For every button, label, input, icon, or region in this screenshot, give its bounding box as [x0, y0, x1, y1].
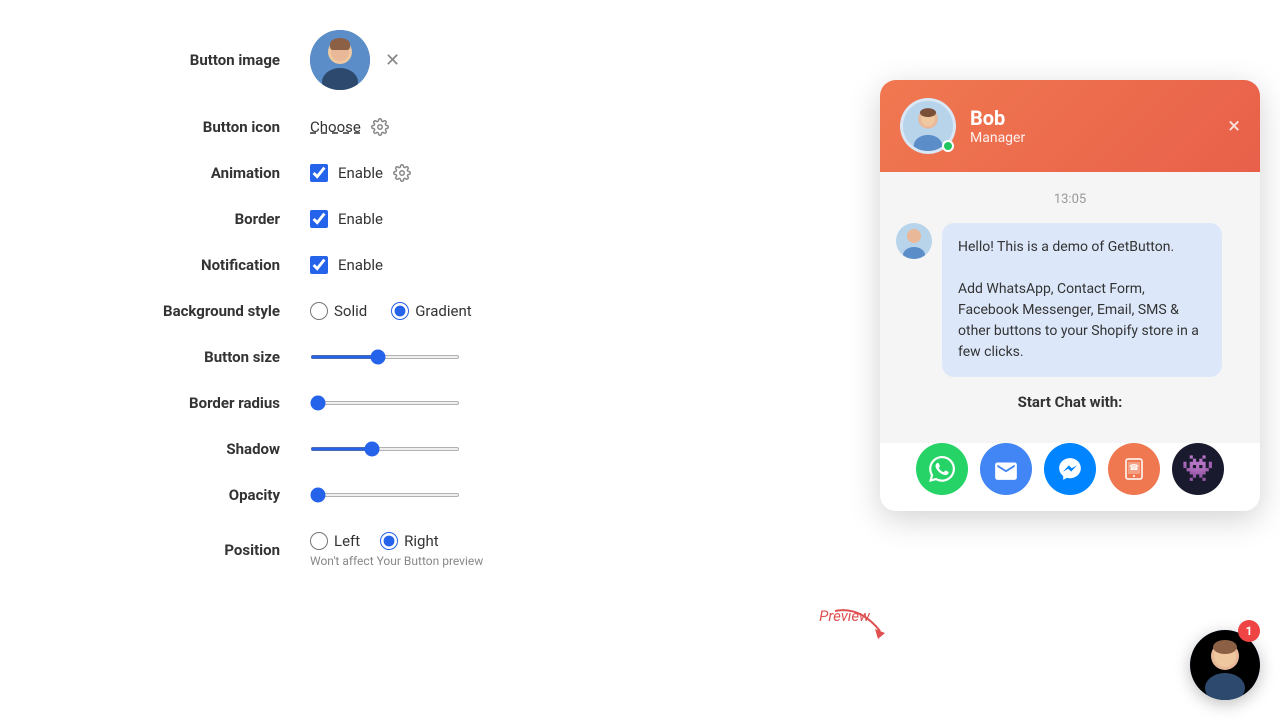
button-size-label: Button size — [100, 348, 280, 366]
solid-option[interactable]: Solid — [310, 302, 367, 320]
phone-button[interactable]: ☎ — [1108, 443, 1160, 495]
button-icon-label: Button icon — [100, 118, 280, 136]
choose-icon-link[interactable]: Choose — [310, 118, 361, 136]
border-radius-label: Border radius — [100, 394, 280, 412]
button-image-label: Button image — [100, 51, 280, 69]
preview-arrow — [830, 601, 890, 645]
button-icon-row: Button icon Choose — [100, 118, 600, 136]
chat-close-button[interactable]: × — [1228, 114, 1240, 139]
notification-enable-text: Enable — [338, 256, 383, 274]
opacity-label: Opacity — [100, 486, 280, 504]
animation-enable-text: Enable — [338, 164, 383, 182]
button-size-row: Button size — [100, 348, 600, 366]
button-size-slider[interactable] — [310, 355, 460, 359]
border-enable-text: Enable — [338, 210, 383, 228]
chat-message-text: Hello! This is a demo of GetButton.Add W… — [958, 239, 1199, 360]
notification-checkbox[interactable] — [310, 256, 328, 274]
notification-label: Notification — [100, 256, 280, 274]
shadow-label: Shadow — [100, 440, 280, 458]
left-radio[interactable] — [310, 532, 328, 550]
bg-style-row: Background style Solid Gradient — [100, 302, 600, 320]
chat-msg-avatar — [896, 223, 932, 259]
position-options: Left Right — [310, 532, 483, 550]
border-radius-row: Border radius — [100, 394, 600, 412]
button-icon-control: Choose — [310, 118, 389, 136]
opacity-control — [310, 493, 460, 497]
chat-agent-name: Bob — [970, 106, 1228, 130]
animation-row: Animation Enable — [100, 164, 600, 182]
solid-radio[interactable] — [310, 302, 328, 320]
opacity-row: Opacity — [100, 486, 600, 504]
chat-header: Bob Manager × — [880, 80, 1260, 172]
gradient-label: Gradient — [415, 302, 471, 320]
messenger-button[interactable] — [1044, 443, 1096, 495]
notification-row: Notification Enable — [100, 256, 600, 274]
shadow-control — [310, 447, 460, 451]
svg-text:☎: ☎ — [1129, 463, 1139, 472]
animation-control: Enable — [310, 164, 411, 182]
gradient-radio[interactable] — [391, 302, 409, 320]
bg-style-label: Background style — [100, 302, 280, 320]
notification-control: Enable — [310, 256, 383, 274]
shadow-slider[interactable] — [310, 447, 460, 451]
remove-image-button[interactable]: ✕ — [385, 50, 400, 71]
button-image-row: Button image ✕ — [100, 30, 600, 90]
border-radius-slider[interactable] — [310, 401, 460, 405]
border-row: Border Enable — [100, 210, 600, 228]
shadow-row: Shadow — [100, 440, 600, 458]
whatsapp-button[interactable] — [916, 443, 968, 495]
button-size-control — [310, 355, 460, 359]
border-control: Enable — [310, 210, 383, 228]
animation-label: Animation — [100, 164, 280, 182]
chat-bubble: Hello! This is a demo of GetButton.Add W… — [942, 223, 1222, 377]
opacity-slider[interactable] — [310, 493, 460, 497]
button-icon-gear[interactable] — [371, 118, 389, 136]
solid-label: Solid — [334, 302, 367, 320]
chat-body: 13:05 Hello! This is a demo of GetButton… — [880, 172, 1260, 443]
chat-time: 13:05 — [896, 192, 1244, 207]
border-label: Border — [100, 210, 280, 228]
border-radius-control — [310, 401, 460, 405]
chat-widget: Bob Manager × 13:05 Hello! This is a dem… — [880, 80, 1260, 511]
position-label: Position — [100, 541, 280, 559]
right-radio[interactable] — [380, 532, 398, 550]
notification-badge: 1 — [1238, 620, 1260, 642]
online-indicator — [942, 140, 954, 152]
chat-agent-role: Manager — [970, 130, 1228, 146]
chat-header-info: Bob Manager — [970, 106, 1228, 146]
button-image-preview[interactable] — [310, 30, 370, 90]
position-control: Left Right Won't affect Your Button prev… — [310, 532, 483, 568]
animation-gear[interactable] — [393, 164, 411, 182]
position-row: Position Left Right Won't affect Your Bu… — [100, 532, 600, 568]
animation-checkbox[interactable] — [310, 164, 328, 182]
game-button[interactable]: 👾 — [1172, 443, 1224, 495]
start-chat-label: Start Chat with: — [896, 393, 1244, 411]
border-checkbox[interactable] — [310, 210, 328, 228]
gradient-option[interactable]: Gradient — [391, 302, 471, 320]
chat-message-row: Hello! This is a demo of GetButton.Add W… — [896, 223, 1244, 377]
chat-buttons: ☎ 👾 — [880, 443, 1260, 511]
button-image-control: ✕ — [310, 30, 400, 90]
right-option[interactable]: Right — [380, 532, 438, 550]
left-label: Left — [334, 532, 360, 550]
settings-panel: Button image ✕ Button icon Choose — [100, 30, 600, 596]
chat-avatar-wrapper — [900, 98, 956, 154]
email-button[interactable] — [980, 443, 1032, 495]
right-label: Right — [404, 532, 438, 550]
position-note: Won't affect Your Button preview — [310, 554, 483, 568]
bg-style-control: Solid Gradient — [310, 302, 472, 320]
left-option[interactable]: Left — [310, 532, 360, 550]
